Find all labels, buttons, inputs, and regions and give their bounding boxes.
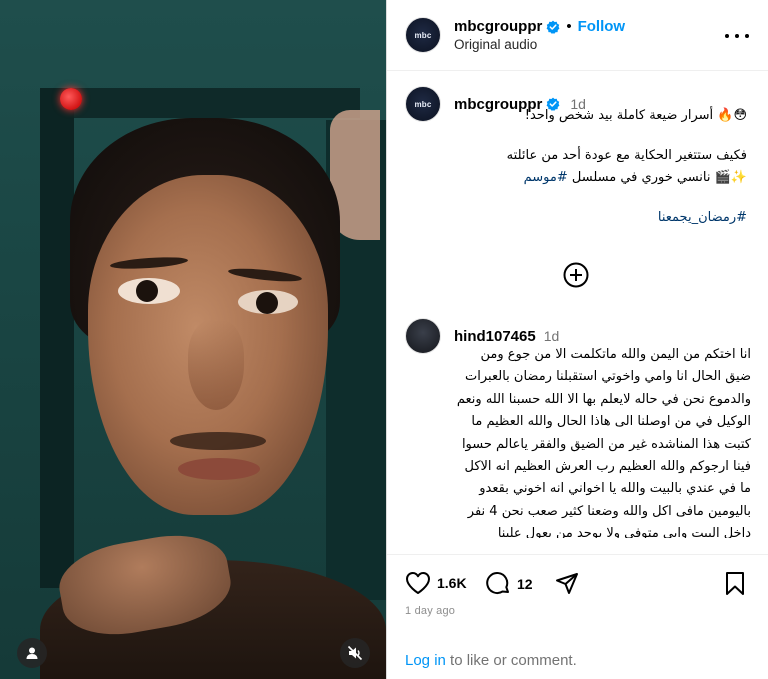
comment-item: hind107465 1d انا اختكم من اليمن والله م…	[405, 318, 755, 538]
heart-icon[interactable]	[405, 571, 431, 595]
post-header: mbc mbcgrouppr • Follow Original audio	[387, 0, 768, 71]
like-count[interactable]: 1.6K	[437, 575, 467, 591]
post-caption: mbc mbcgrouppr 1d 😳🔥 أسرار ضيعة كاملة بي…	[405, 86, 755, 225]
caption-line: فكيف ستتغير الحكاية مع عودة أحد من عائلت…	[506, 148, 747, 163]
login-prompt-text: to like or comment.	[445, 652, 577, 669]
post-timestamp[interactable]: 1 day ago	[405, 605, 455, 617]
video-person-eye	[118, 278, 180, 304]
post-viewer: mbc mbcgrouppr • Follow Original audio m…	[0, 0, 768, 679]
caption-author-avatar[interactable]: mbc	[405, 86, 441, 122]
video-person-mustache	[170, 432, 266, 450]
share-action	[554, 571, 580, 597]
reel-video[interactable]	[0, 0, 386, 679]
video-person-mouth	[178, 458, 260, 480]
post-actions: 1.6K 12 1 day ago	[387, 554, 768, 644]
comment-icon[interactable]	[485, 571, 511, 597]
save-action	[724, 571, 746, 597]
comment-time[interactable]: 1d	[544, 328, 560, 344]
audio-link[interactable]: Original audio	[454, 37, 625, 52]
video-person-eye	[238, 290, 298, 314]
login-prompt: Log in to like or comment.	[405, 652, 577, 669]
share-icon[interactable]	[554, 571, 580, 597]
follow-button[interactable]: Follow	[578, 18, 626, 35]
comment-action: 12	[485, 571, 533, 597]
caption-line: ✨🎬 نانسي خوري في مسلسل #موسم	[457, 170, 747, 185]
commenter-username[interactable]: hind107465	[454, 328, 536, 345]
mute-icon	[347, 645, 363, 661]
video-scene-wall	[40, 88, 74, 588]
caption-line: 😳🔥 أسرار ضيعة كاملة بيد شخص واحد!	[524, 108, 747, 123]
user-tag-button[interactable]	[17, 638, 47, 668]
video-scene-frame	[60, 88, 360, 118]
avatar-logo-text: mbc	[414, 30, 432, 40]
author-avatar[interactable]: mbc	[405, 17, 441, 53]
author-info: mbcgrouppr • Follow Original audio	[454, 18, 625, 52]
header-separator: •	[566, 18, 572, 35]
mute-button[interactable]	[340, 638, 370, 668]
video-scene-red-light	[60, 88, 82, 110]
add-comment-icon[interactable]	[563, 262, 589, 288]
avatar-logo-text: mbc	[414, 99, 432, 109]
bookmark-icon[interactable]	[724, 571, 746, 597]
comment-text: انا اختكم من اليمن والله ماتكلمت الا من …	[456, 347, 751, 538]
video-person-nose	[188, 320, 244, 410]
user-tag-icon	[26, 647, 38, 659]
comment-count[interactable]: 12	[517, 576, 533, 592]
like-action: 1.6K	[405, 571, 467, 595]
commenter-avatar[interactable]	[405, 318, 441, 354]
verified-badge-icon	[546, 20, 560, 34]
hashtag-link[interactable]: #رمضان_يجمعنا	[457, 210, 747, 225]
author-username[interactable]: mbcgrouppr	[454, 18, 542, 35]
caption-text: ✨🎬 نانسي خوري في مسلسل	[567, 170, 747, 185]
hashtag-link[interactable]: #موسم	[524, 170, 568, 185]
post-details-panel: mbc mbcgrouppr • Follow Original audio m…	[386, 0, 768, 679]
more-options-icon[interactable]	[725, 26, 749, 46]
login-link[interactable]: Log in	[405, 652, 446, 669]
